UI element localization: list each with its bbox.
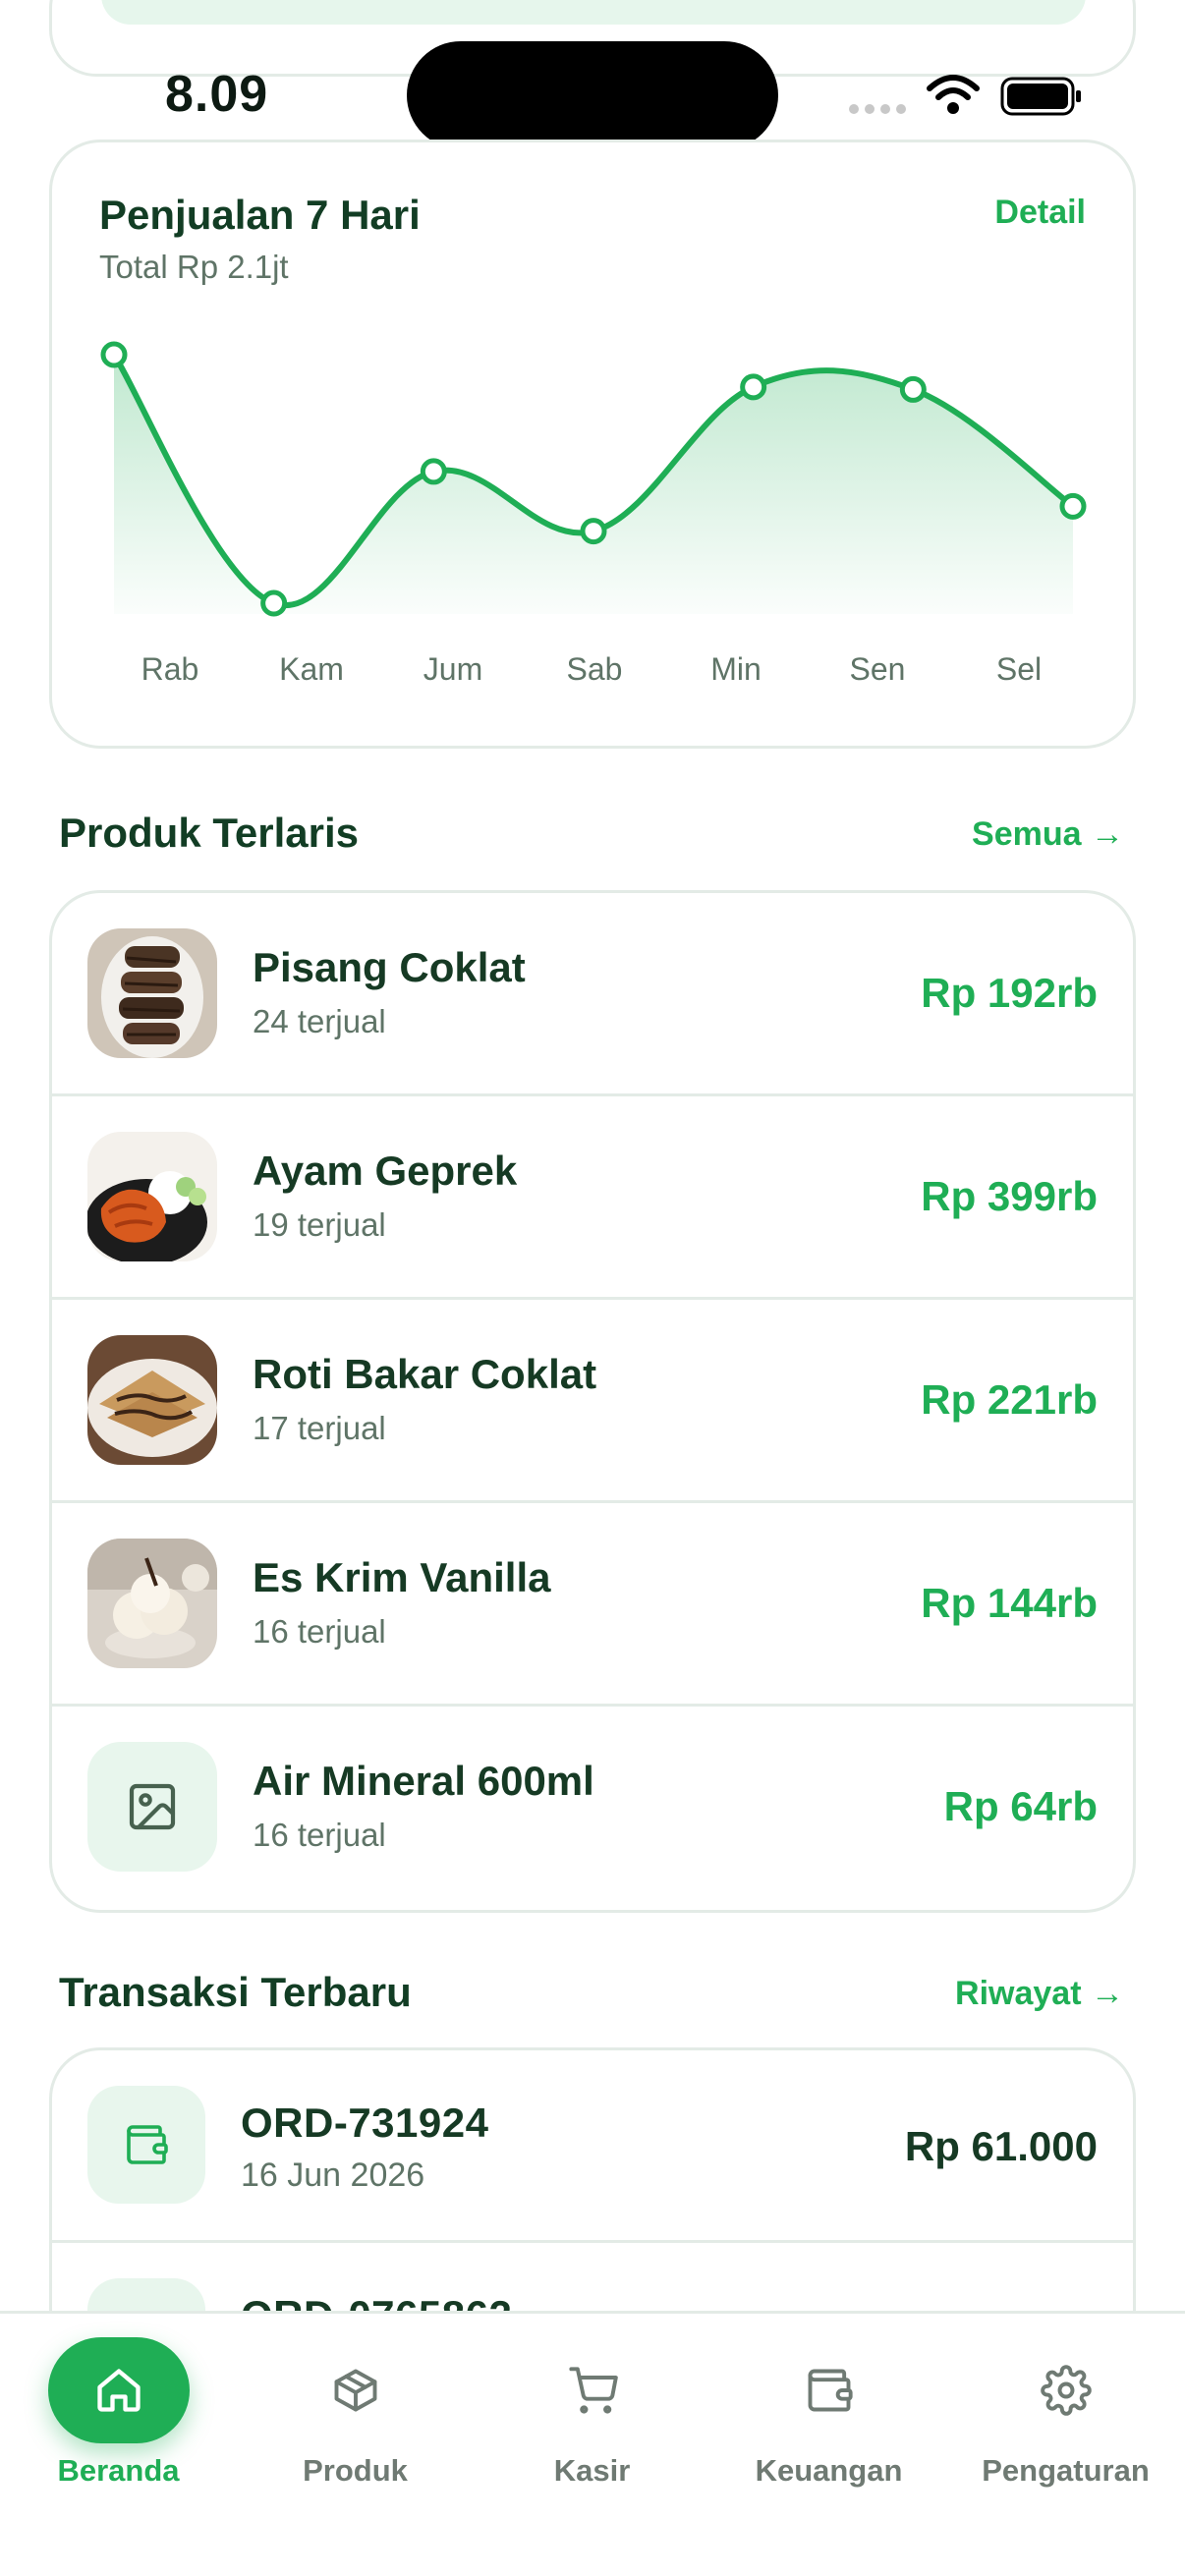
ayam-geprek-photo (87, 1132, 217, 1261)
transaction-row[interactable]: ORD-731924 16 Jun 2026 Rp 61.000 (52, 2050, 1133, 2243)
dynamic-island (407, 41, 778, 149)
history-link[interactable]: Riwayat → (955, 1975, 1124, 2013)
x-tick-label: Jum (423, 651, 482, 687)
top-products-list: Pisang Coklat 24 terjual Rp 192rb Ayam G… (49, 890, 1136, 1913)
product-revenue: Rp 221rb (921, 1376, 1098, 1423)
x-tick-label: Sen (850, 651, 906, 687)
previous-card-bar (101, 0, 1086, 25)
es-krim-photo (87, 1539, 217, 1668)
bottom-navigation: Beranda Produk Kasir Keuangan Pengaturan (0, 2311, 1185, 2576)
nav-kasir[interactable]: Kasir (474, 2314, 710, 2510)
product-name: Roti Bakar Coklat (253, 1351, 597, 1397)
cellular-signal-icon (849, 104, 906, 114)
transaction-amount: Rp 61.000 (904, 2123, 1098, 2169)
nav-label: Produk (303, 2453, 408, 2488)
wallet-icon (87, 2086, 205, 2204)
x-tick-label: Min (710, 651, 762, 687)
box-icon (285, 2337, 426, 2443)
nav-label: Pengaturan (982, 2453, 1150, 2488)
nav-keuangan[interactable]: Keuangan (710, 2314, 947, 2510)
product-name: Ayam Geprek (253, 1148, 518, 1194)
sales-point-sen[interactable] (899, 375, 927, 403)
battery-icon (1000, 77, 1081, 116)
product-sold: 19 terjual (253, 1206, 386, 1243)
x-tick-label: Kam (279, 651, 344, 687)
product-revenue: Rp 144rb (921, 1580, 1098, 1626)
x-tick-label: Rab (141, 651, 199, 687)
product-sold: 16 terjual (253, 1613, 386, 1650)
pisang-coklat-photo (87, 928, 217, 1058)
product-name: Pisang Coklat (253, 944, 526, 990)
wallet-icon (759, 2337, 900, 2443)
sales-chart-card: Penjualan 7 Hari Total Rp 2.1jt Detail R… (49, 140, 1136, 749)
nav-produk[interactable]: Produk (237, 2314, 474, 2510)
transaction-date: 16 Jun 2026 (241, 2156, 425, 2194)
image-placeholder-icon (87, 1742, 217, 1872)
see-all-link[interactable]: Semua → (972, 815, 1124, 854)
recent-transactions-title: Transaksi Terbaru (59, 1969, 412, 2015)
roti-bakar-photo (87, 1335, 217, 1465)
sales-point-jum[interactable] (420, 458, 447, 485)
nav-beranda[interactable]: Beranda (0, 2314, 237, 2510)
nav-label: Beranda (57, 2453, 180, 2488)
nav-label: Keuangan (755, 2453, 903, 2488)
product-sold: 24 terjual (253, 1003, 386, 1039)
sales-point-kam[interactable] (260, 589, 288, 617)
product-revenue: Rp 64rb (943, 1783, 1098, 1829)
home-icon (47, 2337, 190, 2443)
product-revenue: Rp 399rb (921, 1173, 1098, 1219)
product-row[interactable]: Pisang Coklat 24 terjual Rp 192rb (52, 893, 1133, 1096)
x-tick-label: Sel (996, 651, 1042, 687)
top-products-title: Produk Terlaris (59, 810, 359, 856)
x-tick-label: Sab (567, 651, 623, 687)
product-sold: 17 terjual (253, 1410, 386, 1446)
gear-icon (995, 2337, 1137, 2443)
nav-label: Kasir (553, 2453, 631, 2488)
product-sold: 16 terjual (253, 1817, 386, 1853)
product-row[interactable]: Roti Bakar Coklat 17 terjual Rp 221rb (52, 1300, 1133, 1503)
sales-point-sel[interactable] (1059, 492, 1087, 520)
sales-point-min[interactable] (740, 373, 767, 401)
sales-point-sab[interactable] (580, 518, 607, 545)
transaction-id: ORD-731924 (241, 2100, 489, 2146)
product-row[interactable]: Air Mineral 600ml 16 terjual Rp 64rb (52, 1707, 1133, 1910)
sales-point-rab[interactable] (100, 341, 128, 368)
nav-pengaturan[interactable]: Pengaturan (947, 2314, 1184, 2510)
wifi-icon (927, 75, 980, 114)
status-time: 8.09 (165, 66, 269, 123)
product-name: Air Mineral 600ml (253, 1758, 594, 1804)
product-revenue: Rp 192rb (921, 970, 1098, 1016)
product-row[interactable]: Es Krim Vanilla 16 terjual Rp 144rb (52, 1503, 1133, 1707)
cart-icon (522, 2337, 663, 2443)
product-name: Es Krim Vanilla (253, 1554, 551, 1600)
product-row[interactable]: Ayam Geprek 19 terjual Rp 399rb (52, 1096, 1133, 1300)
sales-line-chart: Rab Kam Jum Sab Min Sen Sel (100, 341, 1087, 687)
